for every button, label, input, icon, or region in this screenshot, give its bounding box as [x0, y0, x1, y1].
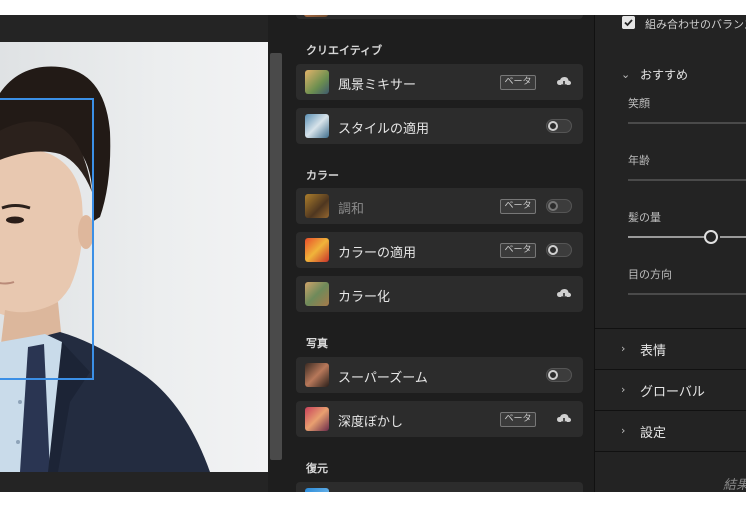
- filter-toggle[interactable]: [546, 243, 572, 257]
- filter-item-super-zoom[interactable]: スーパーズーム: [296, 357, 583, 393]
- slider-label-age: 年齢: [628, 154, 650, 167]
- canvas-scrollbar-thumb[interactable]: [270, 53, 282, 460]
- filter-item-style-transfer[interactable]: スタイルの適用: [296, 108, 583, 144]
- beta-badge: ベータ: [500, 75, 536, 90]
- toggle-knob: [548, 201, 558, 211]
- filter-toggle[interactable]: [546, 119, 572, 133]
- group-title: 設定: [640, 426, 667, 441]
- filter-item-landscape-mixer[interactable]: 風景ミキサー ベータ: [296, 64, 583, 100]
- slider-hair-thickness-track-left[interactable]: [628, 236, 704, 238]
- filter-label: スタイルの適用: [338, 122, 430, 137]
- filter-label: 調和: [338, 202, 365, 217]
- filter-settings-panel: 組み合わせのバランス ⌄ おすすめ 笑顔 年齢 髪の量 目の方向 › 表情 › …: [594, 15, 746, 492]
- slider-hair-thickness-knob[interactable]: [704, 230, 718, 244]
- slider-smile[interactable]: [628, 122, 746, 124]
- filter-thumbnail: [305, 282, 329, 306]
- beta-badge: ベータ: [500, 199, 536, 214]
- chevron-down-icon: ⌄: [621, 68, 631, 81]
- slider-hair-thickness-track-right[interactable]: [720, 236, 746, 238]
- filter-item-partial[interactable]: [296, 482, 583, 492]
- filter-label: 深度ぼかし: [338, 415, 404, 430]
- result-label: 結果: [723, 478, 746, 492]
- toggle-knob: [548, 121, 558, 131]
- slider-eye-direction[interactable]: [628, 293, 746, 295]
- combination-balance-checkbox[interactable]: [622, 16, 635, 29]
- filter-item-colorize[interactable]: カラー化: [296, 276, 583, 312]
- filter-item-color-transfer[interactable]: カラーの適用 ベータ: [296, 232, 583, 268]
- filter-label: カラーの適用: [338, 246, 417, 261]
- filter-thumbnail: [305, 238, 329, 262]
- beta-badge: ベータ: [500, 412, 536, 427]
- slider-label-hair-thickness: 髪の量: [628, 211, 661, 224]
- group-settings[interactable]: › 設定: [595, 411, 746, 451]
- group-global[interactable]: › グローバル: [595, 370, 746, 410]
- filter-toggle[interactable]: [546, 199, 572, 213]
- cloud-download-icon[interactable]: [556, 411, 572, 427]
- filter-thumbnail: [305, 194, 329, 218]
- filter-thumbnail: [305, 114, 329, 138]
- portrait-photo: [0, 42, 268, 472]
- app-window: クリエイティブ 風景ミキサー ベータ スタイルの適用 カラー 調和 ベータ カラ…: [0, 15, 746, 492]
- toggle-knob: [548, 245, 558, 255]
- combination-balance-row[interactable]: 組み合わせのバランス: [595, 15, 746, 35]
- beta-badge: ベータ: [500, 243, 536, 258]
- chevron-right-icon: ›: [621, 383, 626, 396]
- cloud-download-icon[interactable]: [556, 286, 572, 302]
- toggle-knob: [548, 370, 558, 380]
- filter-thumbnail: [304, 15, 328, 17]
- slider-label-eye-direction: 目の方向: [628, 268, 672, 281]
- filter-item-partial[interactable]: [296, 15, 583, 19]
- slider-age[interactable]: [628, 179, 746, 181]
- filter-label: 風景ミキサー: [338, 78, 417, 93]
- section-restore: 復元: [306, 462, 328, 475]
- section-creative: クリエイティブ: [306, 44, 383, 57]
- filter-item-harmonization[interactable]: 調和 ベータ: [296, 188, 583, 224]
- group-title: グローバル: [640, 385, 705, 400]
- section-color: カラー: [306, 169, 339, 182]
- filter-thumbnail: [305, 70, 329, 94]
- group-title: 表情: [640, 344, 667, 359]
- image-canvas[interactable]: [0, 15, 268, 492]
- filter-thumbnail: [305, 488, 329, 492]
- canvas-scrollbar[interactable]: [268, 15, 286, 492]
- divider: [595, 451, 746, 452]
- chevron-right-icon: ›: [621, 342, 626, 355]
- chevron-right-icon: ›: [621, 424, 626, 437]
- filter-item-depth-blur[interactable]: 深度ぼかし ベータ: [296, 401, 583, 437]
- filter-thumbnail: [305, 407, 329, 431]
- filter-label: スーパーズーム: [338, 371, 428, 386]
- group-title: おすすめ: [640, 68, 689, 82]
- group-recommended[interactable]: ⌄ おすすめ: [595, 55, 746, 95]
- face-detection-box[interactable]: [0, 98, 94, 380]
- filter-label: カラー化: [338, 290, 391, 305]
- filter-toggle[interactable]: [546, 368, 572, 382]
- neural-filters-list: クリエイティブ 風景ミキサー ベータ スタイルの適用 カラー 調和 ベータ カラ…: [286, 15, 594, 492]
- group-expression[interactable]: › 表情: [595, 329, 746, 369]
- filter-thumbnail: [305, 363, 329, 387]
- combination-balance-label: 組み合わせのバランス: [645, 18, 746, 31]
- slider-label-smile: 笑顔: [628, 97, 650, 110]
- section-photo: 写真: [306, 337, 328, 350]
- cloud-download-icon[interactable]: [556, 74, 572, 90]
